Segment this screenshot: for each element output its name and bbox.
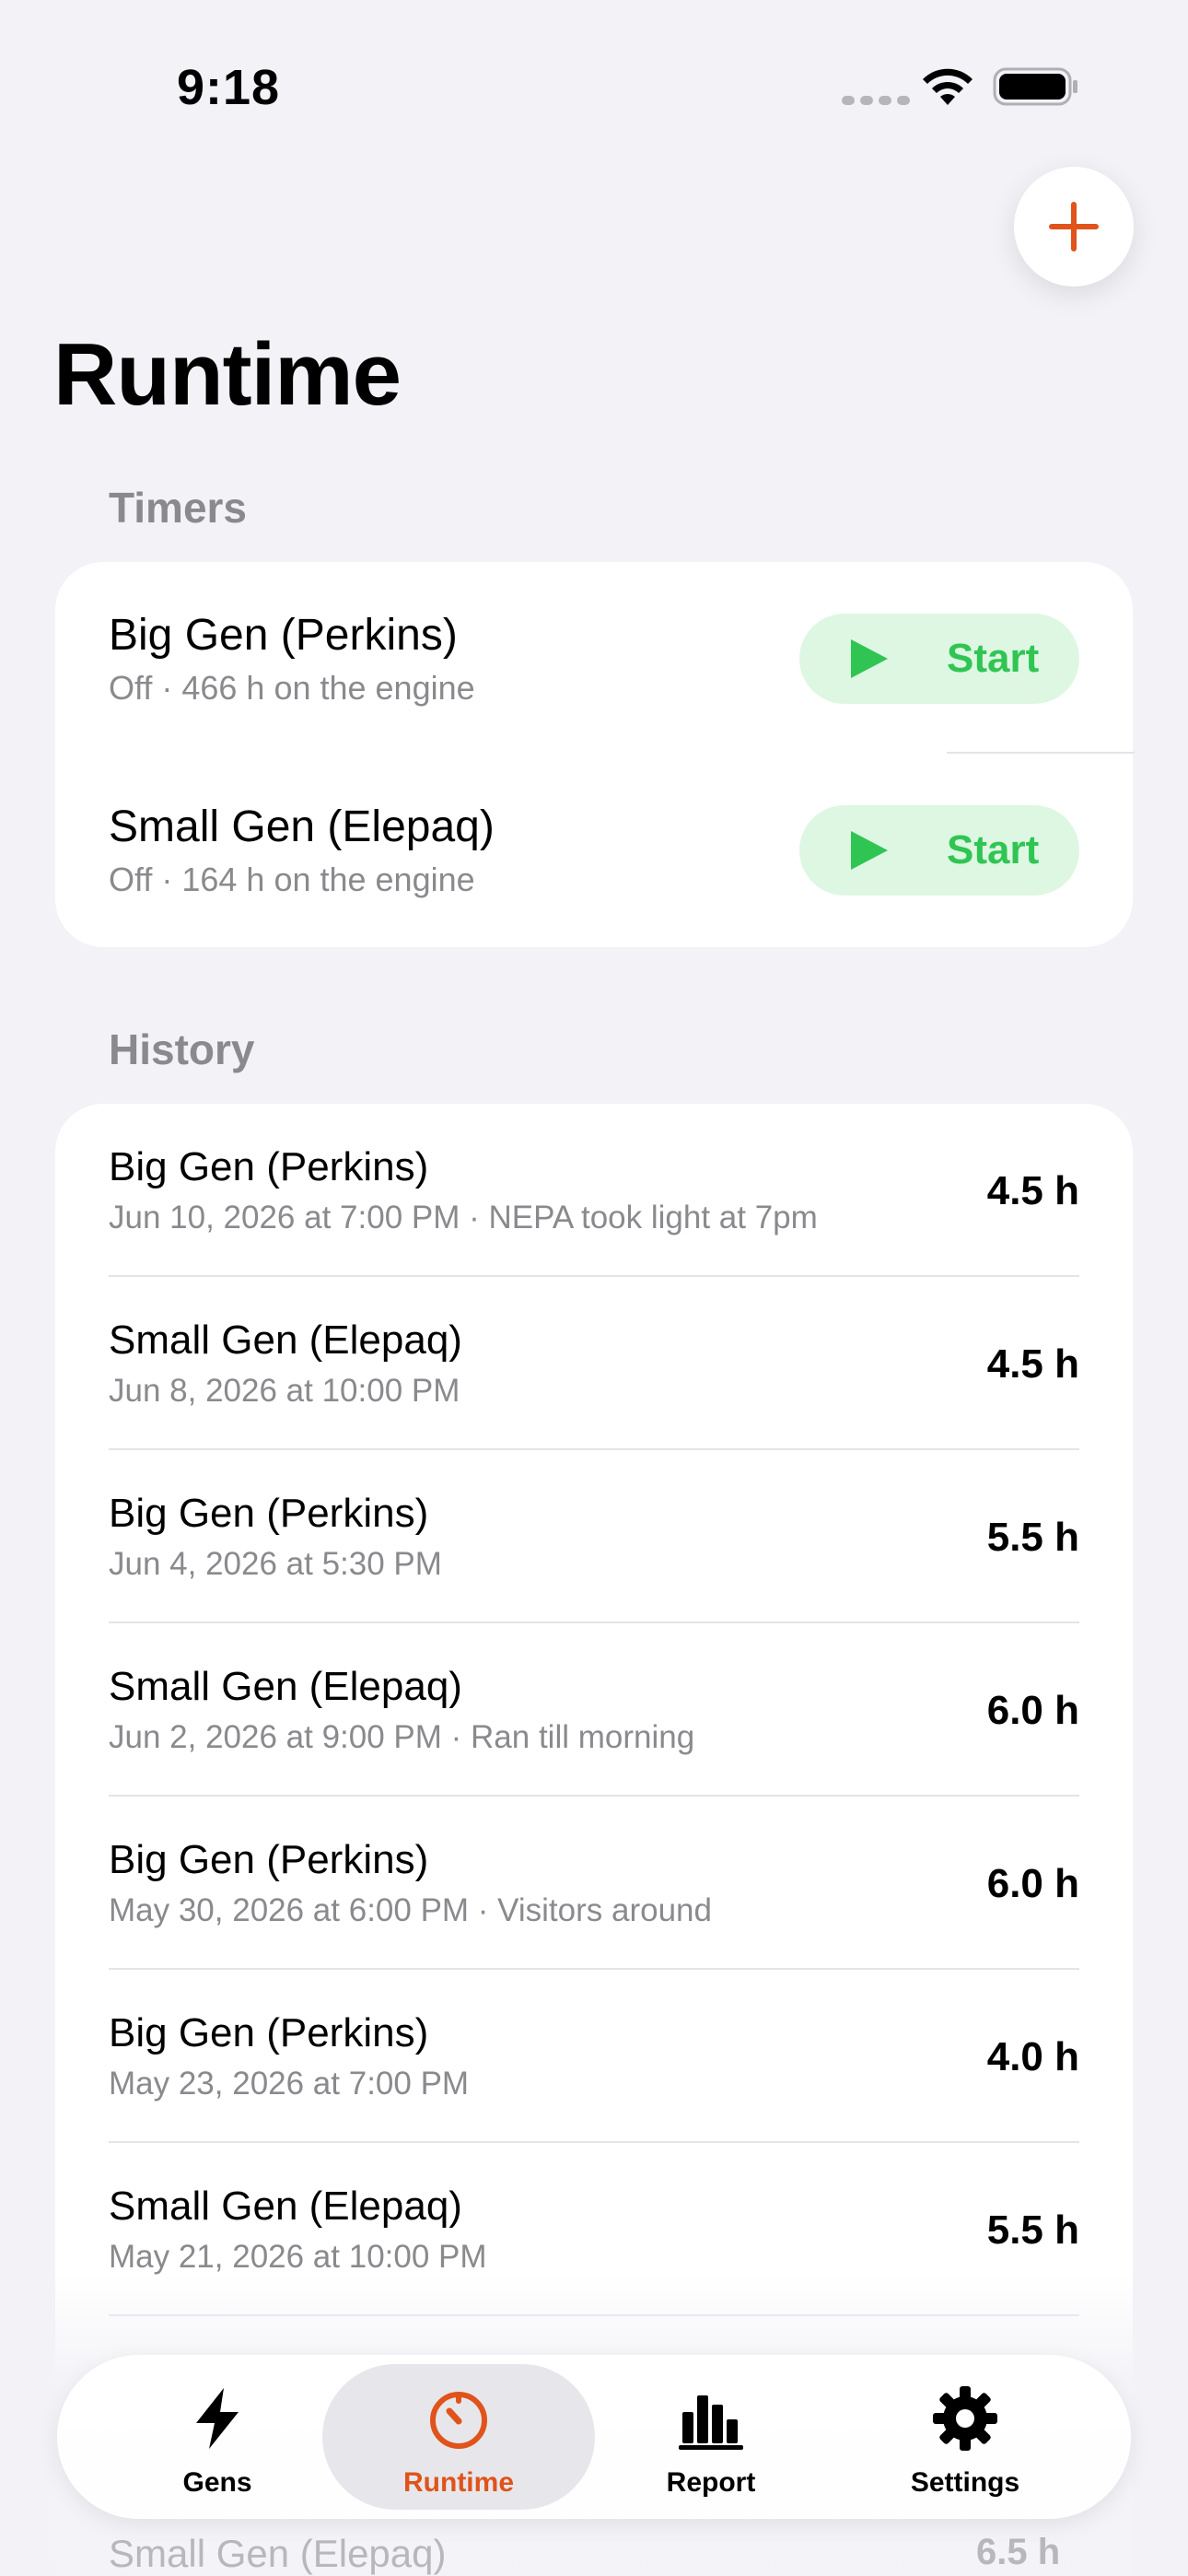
play-icon [851, 831, 888, 870]
tab-bar: Gens Runtime Report Settings [57, 2355, 1131, 2519]
status-time: 9:18 [177, 60, 281, 115]
history-gen-name-peek: Small Gen (Elepaq) [109, 2532, 447, 2575]
history-duration-peek: 6.5 h [976, 2532, 1061, 2572]
tab-gens[interactable]: Gens [81, 2364, 354, 2510]
status-bar: 9:18 [0, 0, 1188, 166]
timer-name: Small Gen (Elepaq) [109, 802, 495, 851]
wifi-icon [923, 68, 973, 105]
history-duration: 6.0 h [986, 1861, 1079, 1906]
history-detail: May 30, 2026 at 6:00 PM · Visitors aroun… [109, 1892, 712, 1928]
timer-icon [430, 2392, 487, 2449]
tab-label: Report [666, 2467, 756, 2498]
history-duration: 5.5 h [986, 2207, 1079, 2253]
plus-icon [1049, 202, 1099, 252]
tab-label: Runtime [403, 2467, 514, 2498]
signal-dots-icon [842, 96, 910, 105]
history-detail: Jun 10, 2026 at 7:00 PM · NEPA took ligh… [109, 1200, 818, 1235]
history-detail: May 21, 2026 at 10:00 PM [109, 2239, 487, 2275]
history-detail: Jun 2, 2026 at 9:00 PM · Ran till mornin… [109, 1719, 695, 1755]
tab-report[interactable]: Report [575, 2364, 847, 2510]
history-detail: May 23, 2026 at 7:00 PM [109, 2066, 470, 2102]
start-label: Start [947, 827, 1040, 872]
bolt-icon [196, 2388, 239, 2449]
history-gen-name: Small Gen (Elepaq) [109, 2184, 462, 2229]
history-gen-name: Small Gen (Elepaq) [109, 1317, 462, 1363]
history-row[interactable]: Big Gen (Perkins) Jun 4, 2026 at 5:30 PM… [55, 1450, 1133, 1623]
history-row[interactable]: Small Gen (Elepaq) Jun 8, 2026 at 10:00 … [55, 1277, 1133, 1450]
history-gen-name: Big Gen (Perkins) [109, 1837, 429, 1882]
start-button[interactable]: Start [799, 805, 1079, 896]
start-button[interactable]: Start [799, 614, 1079, 704]
timer-row: Small Gen (Elepaq) Off · 164 h on the en… [55, 754, 1133, 947]
history-gen-name: Big Gen (Perkins) [109, 1144, 429, 1189]
history-row[interactable]: Big Gen (Perkins) May 30, 2026 at 6:00 P… [55, 1797, 1133, 1970]
timer-status: Off · 466 h on the engine [109, 669, 475, 707]
add-button[interactable] [1014, 167, 1134, 287]
history-duration: 4.5 h [986, 1168, 1079, 1213]
history-header: History [109, 1025, 255, 1073]
history-gen-name: Small Gen (Elepaq) [109, 1664, 462, 1709]
timers-header: Timers [109, 484, 248, 532]
history-gen-name: Big Gen (Perkins) [109, 2010, 429, 2055]
page-title: Runtime [53, 325, 402, 424]
tab-runtime[interactable]: Runtime [322, 2364, 595, 2510]
play-icon [851, 639, 888, 678]
history-duration: 4.5 h [986, 1341, 1079, 1387]
history-duration: 5.5 h [986, 1515, 1079, 1560]
history-row[interactable]: Big Gen (Perkins) May 23, 2026 at 7:00 P… [55, 1970, 1133, 2143]
history-gen-name: Big Gen (Perkins) [109, 1491, 429, 1536]
timers-card: Big Gen (Perkins) Off · 466 h on the eng… [55, 562, 1135, 947]
history-detail: Jun 4, 2026 at 5:30 PM [109, 1546, 442, 1582]
tab-label: Gens [182, 2467, 252, 2498]
history-detail: Jun 8, 2026 at 10:00 PM [109, 1373, 460, 1409]
timer-row: Big Gen (Perkins) Off · 466 h on the eng… [55, 562, 1133, 755]
start-label: Start [947, 636, 1040, 681]
bar-chart-icon [679, 2395, 743, 2450]
timer-name: Big Gen (Perkins) [109, 611, 458, 660]
battery-icon [993, 67, 1077, 106]
tab-settings[interactable]: Settings [829, 2364, 1101, 2510]
gear-icon [933, 2386, 997, 2451]
timer-status: Off · 164 h on the engine [109, 861, 475, 898]
history-duration: 6.0 h [986, 1688, 1079, 1733]
history-duration: 4.0 h [986, 2034, 1079, 2079]
history-row[interactable]: Big Gen (Perkins) Jun 10, 2026 at 7:00 P… [55, 1104, 1133, 1277]
tab-label: Settings [910, 2467, 1020, 2498]
history-row[interactable]: Small Gen (Elepaq) Jun 2, 2026 at 9:00 P… [55, 1623, 1133, 1797]
